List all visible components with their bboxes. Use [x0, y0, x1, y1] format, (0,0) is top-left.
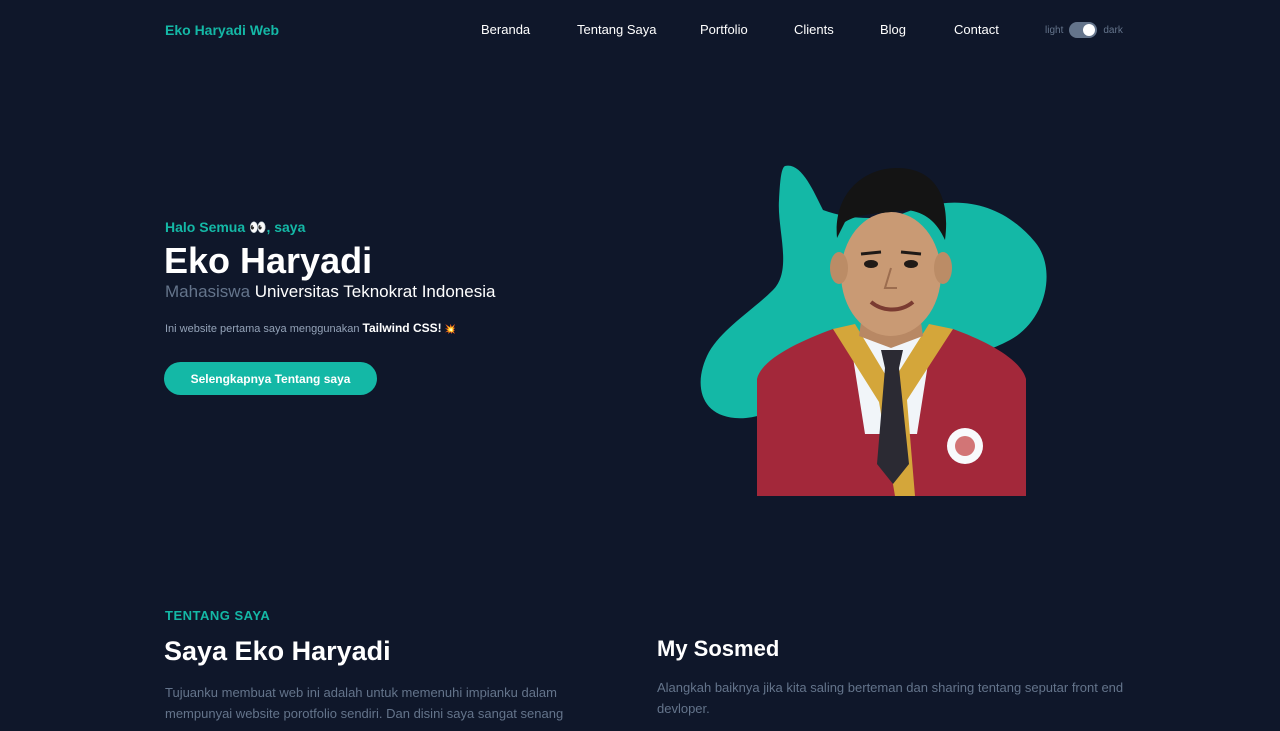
theme-light-label: light — [1045, 24, 1064, 36]
theme-toggle: light dark — [1045, 22, 1123, 38]
hero-desc-emoji: 💥 — [444, 324, 456, 334]
profile-photo — [757, 168, 1026, 496]
hero-name: Eko Haryadi — [164, 240, 373, 281]
sosmed-text: Alangkah baiknya jika kita saling bertem… — [657, 680, 1124, 716]
nav-item-clients[interactable]: Clients — [794, 22, 834, 37]
navbar: Eko Haryadi Web Beranda Tentang Saya Por… — [0, 0, 1280, 60]
hero-role-university: Universitas Teknokrat Indonesia — [254, 282, 496, 301]
theme-dark-label: dark — [1103, 24, 1123, 36]
hero-role: Mahasiswa Universitas Teknokrat Indonesi… — [165, 282, 495, 302]
hero-role-muted: Mahasiswa — [165, 282, 251, 301]
hero-desc-bold: Tailwind CSS! — [362, 321, 442, 335]
hero-greeting: Halo Semua 👀, saya — [165, 219, 306, 235]
about-more-button[interactable]: Selengkapnya Tentang saya — [164, 362, 377, 395]
nav-item-tentang-saya[interactable]: Tentang Saya — [577, 22, 657, 37]
hero-description: Ini website pertama saya menggunakan Tai… — [165, 321, 456, 335]
brand-logo[interactable]: Eko Haryadi Web — [165, 22, 279, 38]
hero-desc-text: Ini website pertama saya menggunakan — [165, 323, 360, 335]
about-section-title: Saya Eko Haryadi — [164, 636, 391, 666]
nav-item-contact[interactable]: Contact — [954, 22, 999, 37]
nav-item-portfolio[interactable]: Portfolio — [700, 22, 748, 37]
theme-switch[interactable] — [1069, 22, 1098, 38]
about-section-label: TENTANG SAYA — [165, 608, 271, 623]
sosmed-title: My Sosmed — [657, 636, 780, 661]
nav-item-beranda[interactable]: Beranda — [481, 22, 530, 37]
switch-knob — [1083, 24, 1096, 36]
nav-item-blog[interactable]: Blog — [880, 22, 906, 37]
about-section-text: Tujuanku membuat web ini adalah untuk me… — [165, 685, 564, 721]
